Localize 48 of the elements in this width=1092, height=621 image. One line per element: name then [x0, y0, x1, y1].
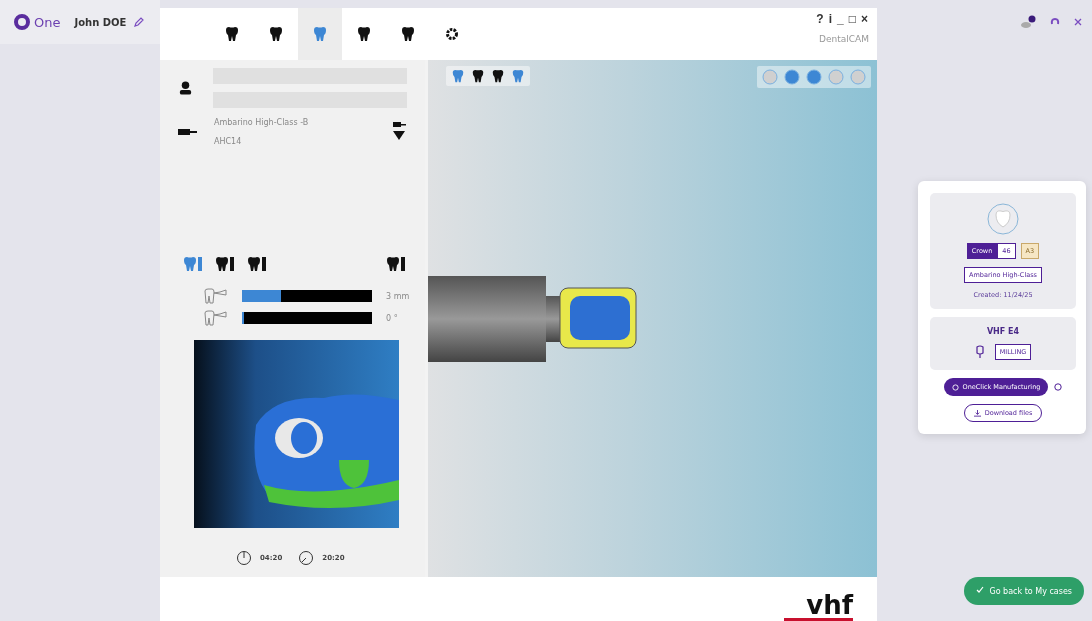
display-toggle[interactable]	[762, 69, 778, 85]
tooth-icon	[268, 26, 284, 42]
download-icon	[973, 409, 981, 417]
tooth-tab[interactable]	[246, 256, 268, 272]
window-control[interactable]: □	[847, 12, 857, 26]
display-toggle[interactable]	[806, 69, 822, 85]
search-icon	[951, 383, 959, 391]
tooth-tool-icon	[204, 310, 228, 326]
tooth-icon	[312, 26, 328, 42]
window-control[interactable]: ?	[815, 12, 825, 26]
tooth-icon	[400, 26, 416, 42]
tool-dropdown-icon[interactable]	[391, 122, 407, 142]
check-icon	[976, 586, 985, 594]
window-control[interactable]: _	[836, 12, 845, 26]
machine-name: VHF E4	[986, 327, 1020, 336]
slider-track[interactable]	[242, 312, 372, 324]
tool-name: Ambarino High-Class -B	[214, 118, 310, 127]
tooth-icon	[987, 203, 1019, 235]
brand-logo: vhf	[784, 592, 853, 621]
view-tool[interactable]	[491, 69, 505, 83]
display-toggle[interactable]	[784, 69, 800, 85]
view-tool[interactable]	[471, 69, 485, 83]
slider-track[interactable]	[242, 290, 372, 302]
display-toggle[interactable]	[850, 69, 866, 85]
tooth-icon	[356, 26, 372, 42]
tooth-icon	[224, 26, 240, 42]
headset-icon[interactable]	[1050, 17, 1060, 27]
notification-icon[interactable]	[1020, 15, 1036, 29]
close-icon[interactable]	[1074, 18, 1082, 26]
window-control[interactable]: ×	[860, 12, 869, 26]
person-icon	[178, 80, 193, 96]
display-toggle[interactable]	[828, 69, 844, 85]
bur-icon	[974, 345, 985, 359]
settings-icon	[444, 26, 460, 42]
clock-icon	[298, 550, 315, 566]
clock-icon	[236, 550, 252, 566]
pencil-icon[interactable]	[134, 17, 145, 27]
tooth-tab[interactable]	[214, 256, 236, 272]
tool-holder-icon	[178, 127, 198, 137]
tool-code: AHC14	[214, 137, 243, 146]
user-name: John DOE	[74, 16, 127, 28]
product-name: DentalCAM	[819, 34, 869, 44]
app-logo: One	[14, 14, 61, 30]
tooth-tab[interactable]	[385, 256, 407, 272]
slider-reading: 0 °	[386, 313, 398, 323]
window-control[interactable]: i	[827, 12, 834, 26]
tooth-tool-icon	[204, 288, 228, 304]
slider-reading: 3 mm	[386, 291, 410, 301]
